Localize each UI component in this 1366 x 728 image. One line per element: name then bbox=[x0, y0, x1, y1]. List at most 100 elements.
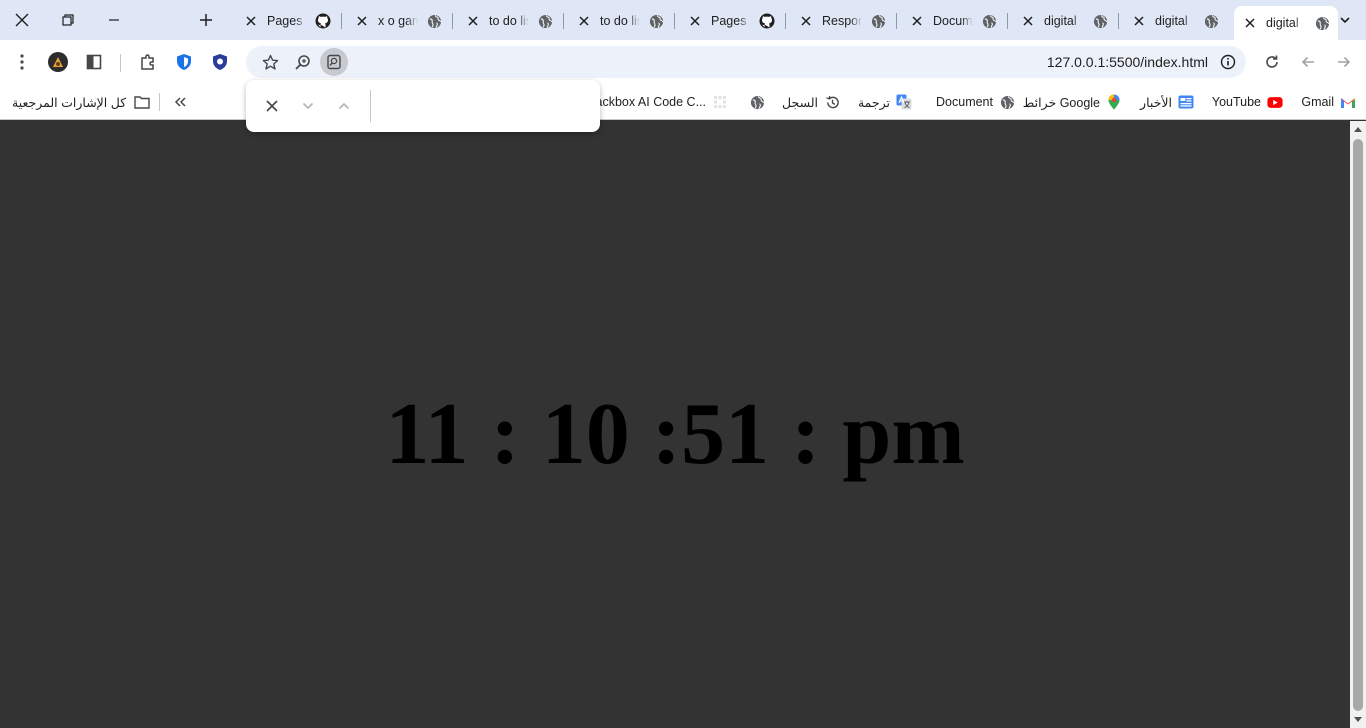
scroll-up-arrow[interactable] bbox=[1354, 127, 1362, 132]
maps-pin-icon bbox=[1106, 94, 1122, 110]
tab-1[interactable]: digital bbox=[1234, 6, 1338, 40]
tab-6[interactable]: Pages bbox=[679, 6, 783, 36]
bookmark-item[interactable]: الأخبار bbox=[1140, 91, 1194, 113]
find-input[interactable] bbox=[378, 92, 588, 120]
find-next-button[interactable] bbox=[296, 94, 320, 118]
bookmark-item[interactable]: YouTube bbox=[1212, 91, 1283, 113]
page-scrollbar[interactable] bbox=[1350, 121, 1366, 728]
globe-icon bbox=[537, 13, 553, 29]
bookmark-star-button[interactable] bbox=[256, 48, 284, 76]
bookmark-item[interactable]: Gmail bbox=[1301, 91, 1356, 113]
bookmark-item[interactable]: ترجمة bbox=[858, 91, 912, 113]
extension-shield-button[interactable] bbox=[170, 48, 198, 76]
tab-2[interactable]: digital bbox=[1123, 6, 1227, 36]
bookmark-item[interactable]: Blackbox AI Code C... bbox=[584, 91, 728, 113]
tab-close-button[interactable] bbox=[798, 13, 814, 29]
tab-7[interactable]: to do list bbox=[568, 6, 672, 36]
tab-close-button[interactable] bbox=[1242, 15, 1258, 31]
plus-icon bbox=[200, 14, 212, 26]
tab-10[interactable]: Pages bbox=[235, 6, 339, 36]
more-vert-icon bbox=[20, 54, 24, 70]
tab-close-button[interactable] bbox=[1020, 13, 1036, 29]
reload-button[interactable] bbox=[1258, 48, 1286, 76]
tab-title: digital bbox=[1155, 14, 1188, 28]
site-info-button[interactable] bbox=[1214, 48, 1242, 76]
globe-icon bbox=[1314, 15, 1330, 31]
globe-icon bbox=[999, 94, 1015, 110]
zoom-button[interactable] bbox=[288, 48, 316, 76]
find-in-page-icon bbox=[327, 54, 341, 70]
extensions-button[interactable] bbox=[134, 48, 162, 76]
bookmarks-bar: كل الإشارات المرجعية Gmail YouTube الأخبار… bbox=[0, 84, 1366, 120]
bookmark-item[interactable]: السجل bbox=[782, 91, 840, 113]
blackbox-icon bbox=[712, 94, 728, 110]
tab-close-button[interactable] bbox=[687, 13, 703, 29]
history-icon bbox=[824, 94, 840, 110]
tab-close-button[interactable] bbox=[243, 13, 259, 29]
avatar-icon bbox=[48, 52, 68, 72]
window-close-button[interactable] bbox=[2, 5, 42, 35]
tab-title: digital bbox=[1266, 16, 1299, 30]
side-panel-button[interactable] bbox=[80, 48, 108, 76]
scroll-down-arrow[interactable] bbox=[1354, 717, 1362, 722]
close-icon bbox=[1023, 16, 1033, 26]
toolbar-divider bbox=[120, 54, 121, 72]
tab-close-button[interactable] bbox=[576, 13, 592, 29]
url-text[interactable]: 127.0.0.1:5500/index.html bbox=[1047, 54, 1208, 70]
side-panel-icon bbox=[86, 54, 102, 70]
tab-9[interactable]: x o game bbox=[346, 6, 450, 36]
arrow-left-icon bbox=[1301, 56, 1314, 68]
extension-guard-button[interactable] bbox=[206, 48, 234, 76]
tab-title: Document bbox=[933, 14, 973, 28]
bookmark-item[interactable]: Document bbox=[936, 91, 1015, 113]
puzzle-icon bbox=[141, 54, 154, 70]
window-restore-button[interactable] bbox=[48, 5, 88, 35]
minimize-icon bbox=[109, 19, 119, 21]
address-bar[interactable]: 127.0.0.1:5500/index.html bbox=[246, 46, 1246, 78]
bookmark-label: Document bbox=[936, 95, 993, 109]
new-tab-button[interactable] bbox=[186, 5, 226, 35]
back-button[interactable] bbox=[1294, 48, 1322, 76]
tab-8[interactable]: to do list bbox=[457, 6, 561, 36]
news-icon bbox=[1178, 94, 1194, 110]
globe-icon bbox=[1203, 13, 1219, 29]
tab-close-button[interactable] bbox=[1131, 13, 1147, 29]
forward-button[interactable] bbox=[1330, 48, 1358, 76]
globe-icon bbox=[1092, 13, 1108, 29]
tab-5[interactable]: Responsive bbox=[790, 6, 894, 36]
bookmark-label: ترجمة bbox=[857, 95, 890, 110]
tab-close-button[interactable] bbox=[465, 13, 481, 29]
close-icon bbox=[579, 16, 589, 26]
scroll-thumb[interactable] bbox=[1353, 139, 1363, 711]
close-icon bbox=[266, 100, 278, 112]
tab-search-button[interactable] bbox=[1330, 5, 1360, 35]
tab-close-button[interactable] bbox=[909, 13, 925, 29]
all-bookmarks-button[interactable]: كل الإشارات المرجعية bbox=[12, 91, 150, 113]
tab-separator bbox=[341, 13, 342, 29]
tab-3[interactable]: digital bbox=[1012, 6, 1116, 36]
menu-button[interactable] bbox=[8, 48, 36, 76]
tab-separator bbox=[785, 13, 786, 29]
close-icon bbox=[357, 16, 367, 26]
tab-4[interactable]: Document bbox=[901, 6, 1005, 36]
tab-title: to do list bbox=[489, 14, 529, 28]
github-icon bbox=[315, 13, 331, 29]
tab-close-button[interactable] bbox=[354, 13, 370, 29]
bookmarks-overflow-button[interactable] bbox=[174, 91, 188, 113]
chevron-down-icon bbox=[1340, 17, 1350, 24]
tab-title: to do list bbox=[600, 14, 640, 28]
close-icon bbox=[1134, 16, 1144, 26]
bookmark-item[interactable]: خرائط Google bbox=[1023, 91, 1122, 113]
close-icon bbox=[690, 16, 700, 26]
arrow-right-icon bbox=[1338, 56, 1351, 68]
find-in-page-button[interactable] bbox=[320, 48, 348, 76]
folder-icon bbox=[134, 94, 150, 110]
chevron-down-icon bbox=[302, 102, 314, 110]
window-minimize-button[interactable] bbox=[94, 5, 134, 35]
profile-avatar-button[interactable] bbox=[44, 48, 72, 76]
find-previous-button[interactable] bbox=[332, 94, 356, 118]
find-close-button[interactable] bbox=[260, 94, 284, 118]
bookmark-label: Blackbox AI Code C... bbox=[584, 95, 706, 109]
bookmark-item[interactable] bbox=[743, 91, 765, 113]
page-viewport: 11 : 10 :51 : pm bbox=[0, 121, 1350, 728]
